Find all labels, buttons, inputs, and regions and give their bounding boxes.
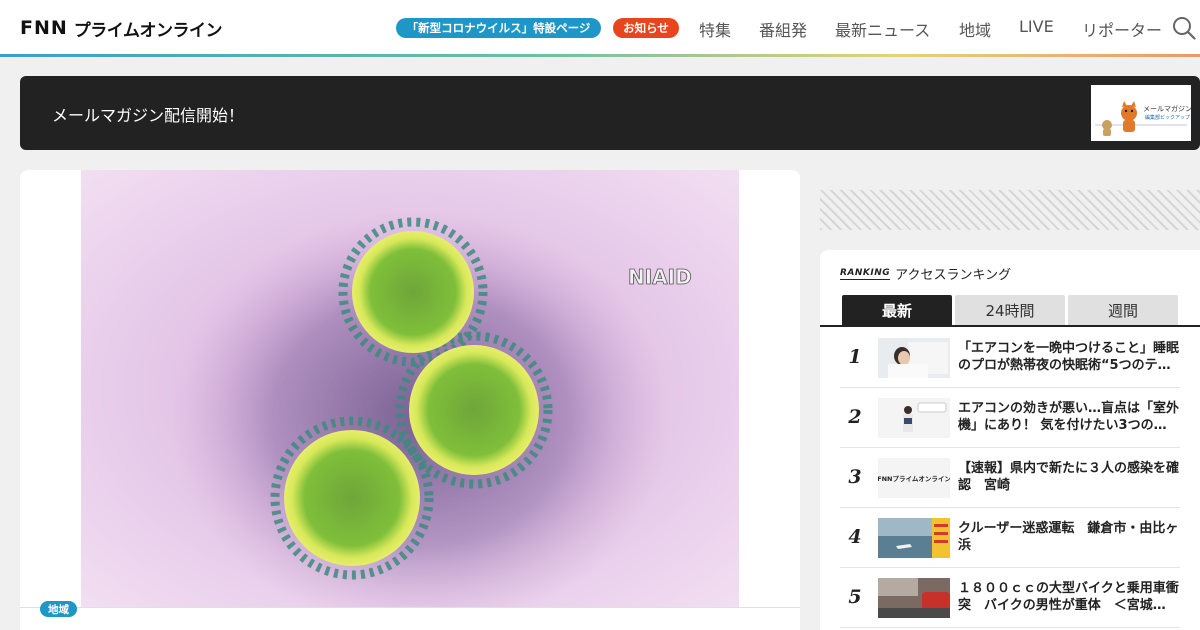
rank-number: 4 <box>848 526 862 548</box>
mascot-large-icon <box>1121 101 1137 132</box>
nav-regions[interactable]: 地域 <box>959 17 991 41</box>
site-logo[interactable]: FNN プライムオンライン <box>20 17 223 41</box>
ad-placeholder <box>820 190 1200 230</box>
virus-micrograph-image: NIAID <box>171 210 692 607</box>
ranking-title-link[interactable]: 【速報】県内で新たに３人の感染を確認 宮崎 <box>958 460 1180 494</box>
nav-live[interactable]: LIVE <box>1019 17 1054 36</box>
ranking-title-link[interactable]: １８００ｃｃの大型バイクと乗用車衝突 バイクの男性が重体 ＜宮城… <box>958 580 1180 614</box>
tab-latest[interactable]: 最新 <box>842 295 952 325</box>
ranking-thumbnail[interactable] <box>878 518 950 558</box>
site-header: FNN プライムオンライン 「新型コロナウイルス」特設ページ お知らせ 特集 番… <box>0 0 1200 56</box>
mail-magazine-thumbnail: メールマガジン 編集部ピックアップ <box>1091 85 1191 141</box>
mail-magazine-banner[interactable]: メールマガジン配信開始！ メールマガジン 編集部ピックアップ <box>20 76 1200 150</box>
tab-weekly[interactable]: 週間 <box>1068 295 1178 325</box>
covid-special-page-link[interactable]: 「新型コロナウイルス」特設ページ <box>396 18 601 38</box>
thumb-fnn-logo: FNNプライムオンライン <box>878 474 950 483</box>
region-badge[interactable]: 地域 <box>40 601 77 617</box>
nav-features[interactable]: 特集 <box>699 17 731 41</box>
ranking-item[interactable]: 3 FNNプライムオンライン 【速報】県内で新たに３人の感染を確認 宮崎 <box>840 448 1180 508</box>
ranking-item[interactable]: 4 クルーザー迷惑運転 鎌倉市・由比ヶ浜 <box>840 508 1180 568</box>
logo-text: プライムオンライン <box>73 20 223 41</box>
ranking-header: RANKING アクセスランキング <box>840 264 1011 283</box>
ranking-item[interactable]: 1 「エアコンを一晩中つけること」睡眠のプロが熱帯夜の快眠術“5つのテ… <box>840 328 1180 388</box>
nav-programs[interactable]: 番組発 <box>759 17 807 41</box>
article-card[interactable]: NIAID 地域 <box>20 170 800 630</box>
nav-latest-news[interactable]: 最新ニュース <box>835 17 930 41</box>
thumb-caption-2: 編集部ピックアップ <box>1145 114 1190 121</box>
ranking-title: アクセスランキング <box>895 268 1012 283</box>
ranking-label: RANKING <box>840 267 891 280</box>
tab-24-hours[interactable]: 24時間 <box>955 295 1065 325</box>
thumb-caption-1: メールマガジン <box>1143 104 1191 113</box>
ranking-title-link[interactable]: エアコンの効きが悪い…盲点は「室外機」にあり！ 気を付けたい3つの… <box>958 400 1180 434</box>
nav-reporters[interactable]: リポーター <box>1082 17 1162 41</box>
banner-text: メールマガジン配信開始！ <box>52 106 245 125</box>
ranking-tabs: 最新 24時間 週間 <box>820 295 1200 327</box>
rank-number: 3 <box>848 466 862 488</box>
ranking-title-link[interactable]: クルーザー迷惑運転 鎌倉市・由比ヶ浜 <box>958 520 1180 554</box>
search-icon[interactable] <box>1172 16 1196 40</box>
notice-link[interactable]: お知らせ <box>613 18 679 38</box>
ranking-thumbnail[interactable] <box>878 398 950 438</box>
header-accent-line <box>0 54 1200 57</box>
logo-fnn: FNN <box>20 17 68 39</box>
article-divider <box>20 607 800 608</box>
image-watermark: NIAID <box>628 265 692 289</box>
ranking-item[interactable]: 2 エアコンの効きが悪い…盲点は「室外機」にあり！ 気を付けたい3つの… <box>840 388 1180 448</box>
ranking-thumbnail[interactable]: FNNプライムオンライン <box>878 458 950 498</box>
rank-number: 1 <box>848 346 862 368</box>
article-image[interactable]: NIAID <box>81 170 739 607</box>
ranking-thumbnail[interactable] <box>878 338 950 378</box>
rank-number: 2 <box>848 406 862 428</box>
ranking-thumbnail[interactable] <box>878 578 950 618</box>
ranking-item[interactable]: 5 １８００ｃｃの大型バイクと乗用車衝突 バイクの男性が重体 ＜宮城… <box>840 568 1180 628</box>
access-ranking-panel: RANKING アクセスランキング 最新 24時間 週間 1 「エアコンを一晩中… <box>820 250 1200 630</box>
ranking-title-link[interactable]: 「エアコンを一晩中つけること」睡眠のプロが熱帯夜の快眠術“5つのテ… <box>958 340 1180 374</box>
mascot-small-icon <box>1102 120 1112 136</box>
rank-number: 5 <box>848 586 862 608</box>
